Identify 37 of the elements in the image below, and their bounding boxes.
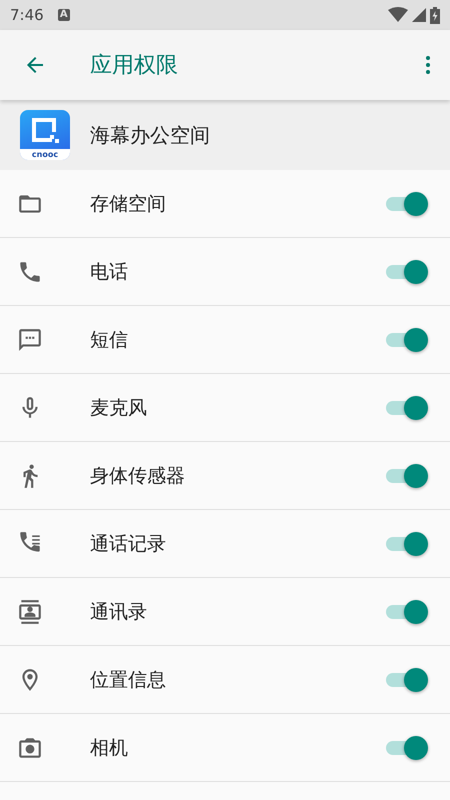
permission-label: 通话记录 — [90, 532, 166, 556]
permission-row[interactable]: 通讯录 — [0, 578, 450, 646]
permission-row[interactable]: 短信 — [0, 306, 450, 374]
permission-label: 电话 — [90, 260, 128, 284]
toggle-switch[interactable] — [384, 734, 428, 762]
toggle-switch[interactable] — [384, 530, 428, 558]
screen-title: 应用权限 — [90, 52, 178, 80]
permission-row[interactable]: 电话 — [0, 238, 450, 306]
permission-label: 存储空间 — [90, 192, 166, 216]
permission-label: 位置信息 — [90, 668, 166, 692]
toggle-switch[interactable] — [384, 666, 428, 694]
toggle-switch[interactable] — [384, 462, 428, 490]
toggle-switch[interactable] — [384, 394, 428, 422]
permission-label: 麦克风 — [90, 396, 147, 420]
permission-label: 相机 — [90, 736, 128, 760]
app-logo: cnooc — [20, 110, 70, 160]
permission-row[interactable]: 麦克风 — [0, 374, 450, 442]
permission-row[interactable]: 位置信息 — [0, 646, 450, 714]
status-time: 7:46 — [10, 6, 44, 24]
permission-row[interactable]: 身体传感器 — [0, 442, 450, 510]
notification-icon: A — [58, 9, 70, 21]
permission-label: 短信 — [90, 328, 128, 352]
permission-row[interactable]: 存储空间 — [0, 170, 450, 238]
permission-label: 通讯录 — [90, 600, 147, 624]
app-name: 海幕办公空间 — [90, 122, 210, 148]
permission-label: 身体传感器 — [90, 464, 185, 488]
toggle-switch[interactable] — [384, 326, 428, 354]
message-icon — [17, 326, 43, 352]
toggle-switch[interactable] — [384, 598, 428, 626]
toggle-switch[interactable] — [384, 190, 428, 218]
signal-icon — [412, 8, 426, 22]
contact-card-icon — [17, 598, 43, 624]
battery-charging-icon — [430, 6, 440, 24]
permission-row[interactable]: 通话记录 — [0, 510, 450, 578]
permission-row[interactable]: 相机 — [0, 714, 450, 782]
wifi-icon — [388, 7, 408, 23]
toggle-switch[interactable] — [384, 258, 428, 286]
